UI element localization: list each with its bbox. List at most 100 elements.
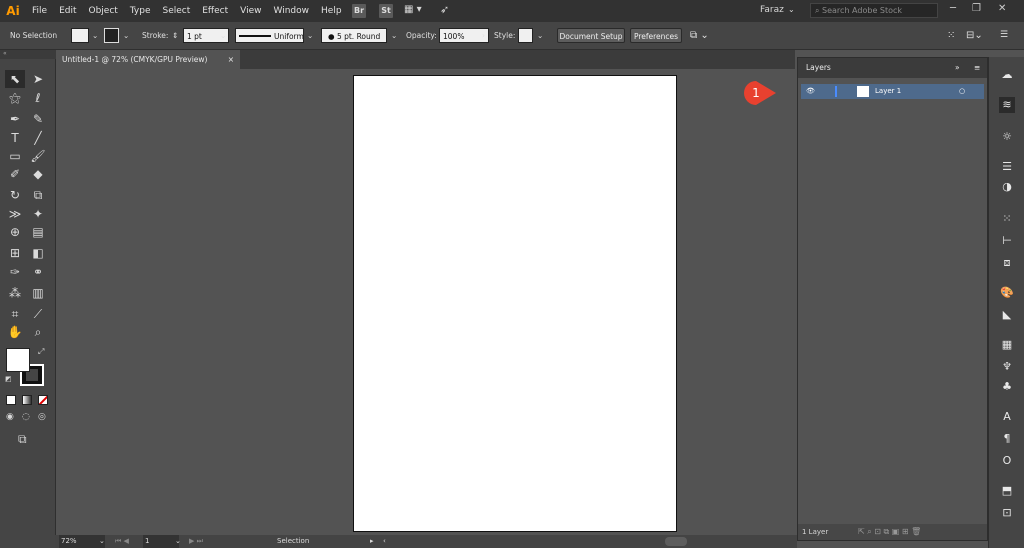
stroke-swatch[interactable]	[104, 28, 119, 43]
menu-select[interactable]: Select	[156, 6, 196, 16]
menu-effect[interactable]: Effect	[196, 6, 234, 16]
visibility-eye-icon[interactable]: 👁	[806, 84, 815, 99]
panel-menu-icon[interactable]: ☰	[1000, 28, 1008, 43]
fill-swatch[interactable]	[71, 28, 89, 43]
arrange-icon[interactable]: ⧉ ⌄	[690, 28, 709, 43]
gpu-rocket-icon[interactable]: ➶	[440, 3, 449, 16]
brush-definition[interactable]: ● 5 pt. Round	[321, 28, 387, 43]
curvature-tool-icon[interactable]: ✎	[28, 110, 48, 128]
layers-tab[interactable]: Layers	[806, 63, 831, 72]
symbols-icon[interactable]: ♣	[999, 379, 1015, 395]
libraries-icon[interactable]: ☁	[999, 67, 1015, 83]
menu-help[interactable]: Help	[315, 6, 348, 16]
align-panel-icon[interactable]: ⊢	[999, 233, 1015, 249]
brushes-icon[interactable]: ♆	[999, 359, 1015, 375]
swatches-icon[interactable]: ▦	[999, 337, 1015, 353]
screen-mode-icon[interactable]: ⧉	[18, 432, 27, 447]
variable-width-profile[interactable]: Uniform	[235, 28, 304, 43]
color-panel-icon[interactable]: 🎨	[999, 285, 1015, 301]
perspective-grid-icon[interactable]: ▤	[28, 223, 48, 241]
menu-type[interactable]: Type	[124, 6, 157, 16]
paintbrush-icon[interactable]: 🖌	[28, 147, 48, 165]
mesh-tool-icon[interactable]: ⊞	[5, 244, 25, 262]
pen-tool-icon[interactable]: ✒	[5, 110, 25, 128]
panel-menu-icon[interactable]: ≡	[974, 58, 980, 78]
chevron-down-icon[interactable]: ⌄	[391, 28, 397, 43]
preferences-button[interactable]: Preferences	[630, 28, 682, 43]
blend-tool-icon[interactable]: ⚭	[28, 263, 48, 281]
draw-behind-icon[interactable]: ◌	[22, 412, 30, 422]
artboard[interactable]	[353, 75, 677, 532]
bridge-icon[interactable]: Br	[352, 4, 366, 18]
stock-icon[interactable]: St	[379, 4, 393, 18]
swap-fill-stroke-icon[interactable]: ⤢	[38, 347, 44, 357]
transform-panel-icon[interactable]: ⁙	[999, 211, 1015, 227]
layer-name[interactable]: Layer 1	[875, 84, 901, 99]
chevron-down-icon[interactable]: ⌄	[175, 535, 181, 548]
character-icon[interactable]: A	[999, 409, 1015, 425]
minimize-icon[interactable]: ─	[950, 3, 956, 14]
menu-view[interactable]: View	[234, 6, 267, 16]
slice-tool-icon[interactable]: ⟋	[28, 305, 48, 323]
width-tool-icon[interactable]: ≫	[5, 205, 25, 223]
transparency-icon[interactable]: ◑	[999, 179, 1015, 195]
chevron-down-icon[interactable]: ⌄	[537, 28, 543, 43]
graph-tool-icon[interactable]: ▥	[28, 284, 48, 302]
user-name[interactable]: Faraz	[760, 5, 784, 15]
shape-builder-icon[interactable]: ⊕	[5, 223, 25, 241]
layer-row[interactable]: 👁 Layer 1 ○	[801, 84, 984, 99]
magic-wand-icon[interactable]: ⚝	[5, 89, 25, 107]
layer-actions-icon[interactable]: ⇱ ⌕ ⊡ ⧉ ▣ ⊞ 🗑	[858, 524, 921, 540]
chevron-down-icon[interactable]: ⌄	[307, 28, 313, 43]
menu-window[interactable]: Window	[268, 6, 316, 16]
document-setup-button[interactable]: Document Setup	[557, 28, 625, 43]
restore-icon[interactable]: ❐	[972, 3, 981, 14]
asset-export-icon[interactable]: ⬒	[999, 483, 1015, 499]
puppet-warp-icon[interactable]: ✦	[28, 205, 48, 223]
shaper-tool-icon[interactable]: ✐	[5, 165, 25, 183]
menu-edit[interactable]: Edit	[53, 6, 82, 16]
menu-file[interactable]: File	[26, 6, 53, 16]
paragraph-icon[interactable]: ¶	[999, 431, 1015, 447]
artboard-number[interactable]: 1	[143, 535, 179, 548]
close-tab-icon[interactable]: ×	[228, 50, 234, 69]
chevron-down-icon[interactable]: ⌄	[788, 5, 795, 14]
selection-tool-icon[interactable]: ⬉	[5, 70, 25, 88]
stepper-icon[interactable]: ⇕	[172, 28, 178, 43]
artboards-panel-icon[interactable]: ⊡	[999, 505, 1015, 521]
graphic-style-swatch[interactable]	[518, 28, 533, 43]
pathfinder-icon[interactable]: ⧈	[999, 255, 1015, 271]
chevron-down-icon[interactable]: ⌄	[92, 28, 98, 43]
hand-tool-icon[interactable]: ✋	[5, 323, 25, 341]
chevron-right-icon[interactable]: ›	[482, 28, 485, 43]
transform-icon[interactable]: ⁙	[947, 28, 955, 43]
scale-tool-icon[interactable]: ⧉	[28, 186, 48, 204]
sun-icon[interactable]: ☼	[999, 129, 1015, 145]
draw-normal-icon[interactable]: ◉	[6, 412, 14, 422]
artboard-tool-icon[interactable]: ⌗	[5, 305, 25, 323]
menu-object[interactable]: Object	[83, 6, 124, 16]
arrange-documents-icon[interactable]: ▦ ▾	[404, 4, 422, 15]
gradient-tool-icon[interactable]: ◧	[28, 244, 48, 262]
horizontal-scrollbar-thumb[interactable]	[665, 537, 687, 546]
draw-inside-icon[interactable]: ◎	[38, 412, 46, 422]
zoom-tool-icon[interactable]: ⌕	[28, 323, 48, 341]
stroke-panel-icon[interactable]: ☰	[999, 159, 1015, 175]
layers-icon[interactable]: ≋	[999, 97, 1015, 113]
scroll-left-icon[interactable]: ‹	[383, 535, 386, 548]
default-colors-icon[interactable]: ◩	[5, 375, 12, 383]
color-mode-icon[interactable]	[6, 395, 16, 405]
opentype-icon[interactable]: O	[999, 453, 1015, 469]
chevron-down-icon[interactable]: ⌄	[99, 535, 105, 548]
close-window-icon[interactable]: ✕	[998, 3, 1006, 14]
status-menu-icon[interactable]: ▸	[370, 535, 374, 548]
target-circle-icon[interactable]: ○	[959, 84, 965, 99]
type-tool-icon[interactable]: T	[5, 129, 25, 147]
last-artboard-icon[interactable]: ▶ ⏭	[189, 535, 203, 548]
eyedropper-icon[interactable]: ✑	[5, 263, 25, 281]
gradient-panel-icon[interactable]: ◣	[999, 307, 1015, 323]
stock-search-input[interactable]: ⌕ Search Adobe Stock	[810, 3, 938, 18]
first-artboard-icon[interactable]: ⏮ ◀	[115, 535, 129, 548]
none-mode-icon[interactable]	[38, 395, 48, 405]
collapse-panel-icon[interactable]: »	[955, 58, 960, 78]
